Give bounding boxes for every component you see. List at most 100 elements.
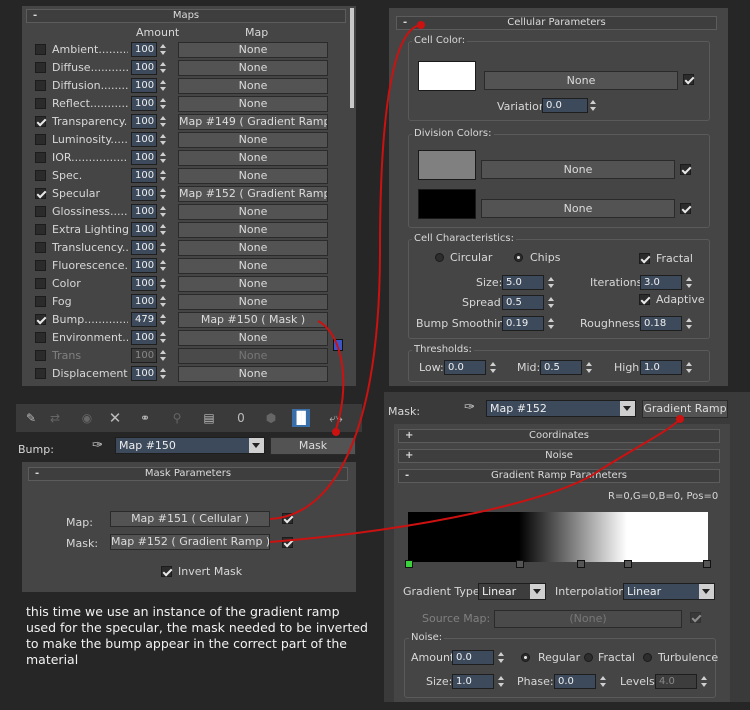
- map-enable-checkbox[interactable]: [35, 350, 46, 361]
- noise-amount-spinner[interactable]: 0.0: [452, 650, 494, 665]
- gradient-map-type-button[interactable]: Gradient Ramp: [642, 400, 728, 418]
- regular-radio[interactable]: [521, 653, 530, 662]
- spread-spinner-arrows[interactable]: [547, 295, 554, 310]
- map-amount-spinner-arrows[interactable]: [159, 150, 166, 165]
- gradient-eyedropper-icon[interactable]: ✑: [464, 400, 475, 415]
- put-to-library-icon[interactable]: ⚲: [168, 409, 186, 427]
- map-slot-button[interactable]: None: [178, 132, 328, 148]
- material-id-icon[interactable]: ▤: [200, 409, 218, 427]
- make-unique-icon[interactable]: ⚭: [136, 409, 154, 427]
- division-color-2-map-button[interactable]: None: [481, 199, 675, 218]
- map-amount-spinner[interactable]: 100: [131, 330, 157, 345]
- put-to-scene-icon[interactable]: ⇄: [46, 409, 64, 427]
- fractal-checkbox[interactable]: [639, 253, 650, 264]
- spread-spinner[interactable]: 0.5: [502, 295, 544, 310]
- interpolation-dropdown[interactable]: Linear: [623, 583, 715, 600]
- map-enable-checkbox[interactable]: [35, 296, 46, 307]
- map-slot-button[interactable]: None: [178, 96, 328, 112]
- gradient-flag-end[interactable]: [703, 560, 711, 568]
- map-amount-spinner[interactable]: 100: [131, 114, 157, 129]
- map-slot-button[interactable]: None: [178, 258, 328, 274]
- cell-color-map-checkbox[interactable]: [683, 74, 694, 85]
- map-slot-button[interactable]: None: [178, 348, 328, 364]
- map-amount-spinner-arrows[interactable]: [159, 168, 166, 183]
- cell-color-swatch[interactable]: [418, 61, 476, 91]
- map-enable-checkbox[interactable]: [35, 242, 46, 253]
- map-slot-button[interactable]: Map #152 ( Gradient Ramp ): [178, 186, 328, 202]
- chips-radio[interactable]: [514, 253, 523, 262]
- map-enable-checkbox[interactable]: [35, 80, 46, 91]
- roughness-spinner-arrows[interactable]: [685, 316, 692, 331]
- channel-zero-icon[interactable]: 0: [232, 409, 250, 427]
- mask-map-button[interactable]: Map #151 ( Cellular ): [110, 511, 270, 527]
- map-amount-spinner-arrows[interactable]: [159, 42, 166, 57]
- gradient-flag-start[interactable]: [405, 560, 413, 568]
- size-spinner[interactable]: 5.0: [502, 275, 544, 290]
- fractal-radio[interactable]: [584, 653, 593, 662]
- pick-material-icon[interactable]: ✎: [22, 409, 40, 427]
- gradient-map-name-field[interactable]: Map #152: [486, 400, 636, 417]
- maps-scrollbar[interactable]: [350, 8, 354, 108]
- reset-icon[interactable]: ✕: [106, 409, 124, 427]
- map-slot-button[interactable]: None: [178, 366, 328, 382]
- division-color-1-map-button[interactable]: None: [481, 160, 675, 179]
- division-color-2-swatch[interactable]: [418, 189, 476, 219]
- variation-spinner[interactable]: 0.0: [542, 98, 588, 113]
- map-slot-button[interactable]: None: [178, 78, 328, 94]
- division-color-2-checkbox[interactable]: [680, 203, 691, 214]
- map-enable-checkbox[interactable]: [35, 116, 46, 127]
- map-amount-spinner[interactable]: 100: [131, 96, 157, 111]
- map-enable-checkbox[interactable]: [35, 224, 46, 235]
- map-slot-button[interactable]: None: [178, 240, 328, 256]
- map-enable-checkbox[interactable]: [35, 62, 46, 73]
- map-amount-spinner[interactable]: 100: [131, 150, 157, 165]
- map-amount-spinner-arrows[interactable]: [159, 78, 166, 93]
- maps-rollout-header[interactable]: - Maps: [26, 9, 346, 23]
- map-slot-button[interactable]: None: [178, 204, 328, 220]
- map-amount-spinner[interactable]: 100: [131, 132, 157, 147]
- high-spinner[interactable]: 1.0: [640, 360, 682, 375]
- gradient-type-dropdown[interactable]: Linear: [478, 583, 546, 600]
- gradient-flag-2[interactable]: [577, 560, 585, 568]
- map-slot-button[interactable]: None: [178, 276, 328, 292]
- map-amount-spinner-arrows[interactable]: [159, 240, 166, 255]
- map-amount-spinner[interactable]: 100: [131, 60, 157, 75]
- map-amount-spinner-arrows[interactable]: [159, 258, 166, 273]
- map-enable-checkbox[interactable]: [35, 314, 46, 325]
- show-end-result-icon[interactable]: ▐▌: [292, 409, 310, 427]
- gradient-ramp-bar[interactable]: [408, 512, 708, 562]
- mask-mask-button[interactable]: Map #152 ( Gradient Ramp ): [110, 534, 270, 550]
- gradient-flag-1[interactable]: [516, 560, 524, 568]
- map-enable-checkbox[interactable]: [35, 44, 46, 55]
- division-color-1-swatch[interactable]: [418, 150, 476, 180]
- source-map-button[interactable]: (None): [494, 610, 682, 628]
- map-amount-spinner-arrows[interactable]: [159, 60, 166, 75]
- map-amount-spinner-arrows[interactable]: [159, 96, 166, 111]
- coordinates-rollout-header[interactable]: + Coordinates: [398, 429, 720, 443]
- map-enable-checkbox[interactable]: [35, 170, 46, 181]
- assign-icon[interactable]: ◉: [78, 409, 96, 427]
- dropdown-arrow-icon[interactable]: [699, 584, 714, 599]
- iterations-spinner[interactable]: 3.0: [640, 275, 682, 290]
- mid-spinner[interactable]: 0.5: [540, 360, 582, 375]
- map-amount-spinner-arrows[interactable]: [159, 204, 166, 219]
- map-amount-spinner[interactable]: 100: [131, 366, 157, 381]
- dropdown-arrow-icon[interactable]: [249, 438, 264, 453]
- adaptive-checkbox[interactable]: [639, 294, 650, 305]
- map-amount-spinner[interactable]: 100: [131, 258, 157, 273]
- size-spinner-arrows[interactable]: [547, 275, 554, 290]
- go-parent-icon[interactable]: ⤶⤷: [316, 409, 356, 427]
- high-spinner-arrows[interactable]: [685, 360, 692, 375]
- gradient-flag-3[interactable]: [624, 560, 632, 568]
- source-map-checkbox[interactable]: [690, 612, 701, 623]
- map-amount-spinner-arrows[interactable]: [159, 132, 166, 147]
- map-enable-checkbox[interactable]: [35, 278, 46, 289]
- map-enable-checkbox[interactable]: [35, 98, 46, 109]
- levels-spinner-arrows[interactable]: [700, 674, 707, 689]
- map-slot-button[interactable]: Map #150 ( Mask ): [178, 312, 328, 328]
- mask-parameters-header[interactable]: - Mask Parameters: [28, 467, 348, 481]
- eyedropper-icon[interactable]: ✑: [92, 438, 103, 453]
- map-slot-button[interactable]: None: [178, 60, 328, 76]
- bump-smoothing-spinner[interactable]: 0.19: [502, 316, 544, 331]
- environment-lock-icon[interactable]: [333, 339, 343, 351]
